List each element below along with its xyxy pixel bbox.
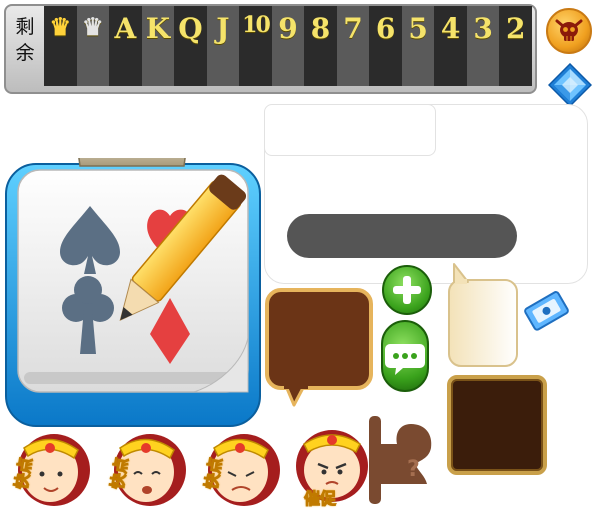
- crown-gold-icon: ♛: [49, 12, 72, 41]
- remaining-label: 剩 余: [15, 16, 35, 64]
- counter-cell-k: K: [141, 6, 175, 86]
- dark-input-bar[interactable]: [287, 214, 517, 258]
- counter-cell-7: 7: [336, 6, 370, 86]
- card-rank-cells: ♛ ♛ A K Q J 10 9 8 7 6 5 4 3 2: [44, 6, 532, 86]
- counter-cell-a: A: [109, 6, 142, 86]
- character-face-2[interactable]: 快点: [98, 420, 190, 511]
- counter-cell-5: 5: [401, 6, 435, 86]
- counter-cell-6: 6: [369, 6, 402, 86]
- counter-cell-9: 9: [271, 6, 305, 86]
- skull-icon: [555, 19, 583, 41]
- character-face-1[interactable]: 快点: [2, 420, 94, 511]
- chat-button[interactable]: [381, 320, 429, 392]
- counter-cell-10: 10: [239, 6, 272, 86]
- add-button[interactable]: [382, 265, 432, 315]
- counter-cell-2: 2: [499, 6, 532, 86]
- counter-cell-4: 4: [434, 6, 467, 86]
- card-record-icon[interactable]: [4, 158, 262, 428]
- counter-cell-big-joker: ♛: [44, 6, 77, 86]
- stamp-icon: ?: [369, 416, 432, 504]
- crown-silver-icon: ♛: [82, 12, 104, 41]
- counter-cell-small-joker: ♛: [76, 6, 110, 86]
- counter-cell-8: 8: [304, 6, 337, 86]
- dark-gold-frame: [447, 375, 547, 475]
- ticket-icon[interactable]: [521, 285, 571, 335]
- skull-button[interactable]: [546, 8, 592, 54]
- counter-cell-q: Q: [174, 6, 207, 86]
- cream-speech-bubble: [448, 263, 518, 367]
- character-face-3[interactable]: 快点: [192, 420, 284, 511]
- brown-speech-bubble: [265, 288, 373, 407]
- chat-icon: [385, 344, 425, 375]
- counter-cell-j: J: [206, 6, 240, 86]
- character-face-4[interactable]: 催促: [286, 420, 378, 511]
- notice-tab: [264, 104, 436, 156]
- face-caption: 催促: [303, 489, 337, 509]
- svg-text:?: ?: [407, 457, 420, 482]
- counter-cell-3: 3: [466, 6, 500, 86]
- diamond-icon[interactable]: [548, 63, 592, 107]
- plus-icon: [393, 276, 421, 304]
